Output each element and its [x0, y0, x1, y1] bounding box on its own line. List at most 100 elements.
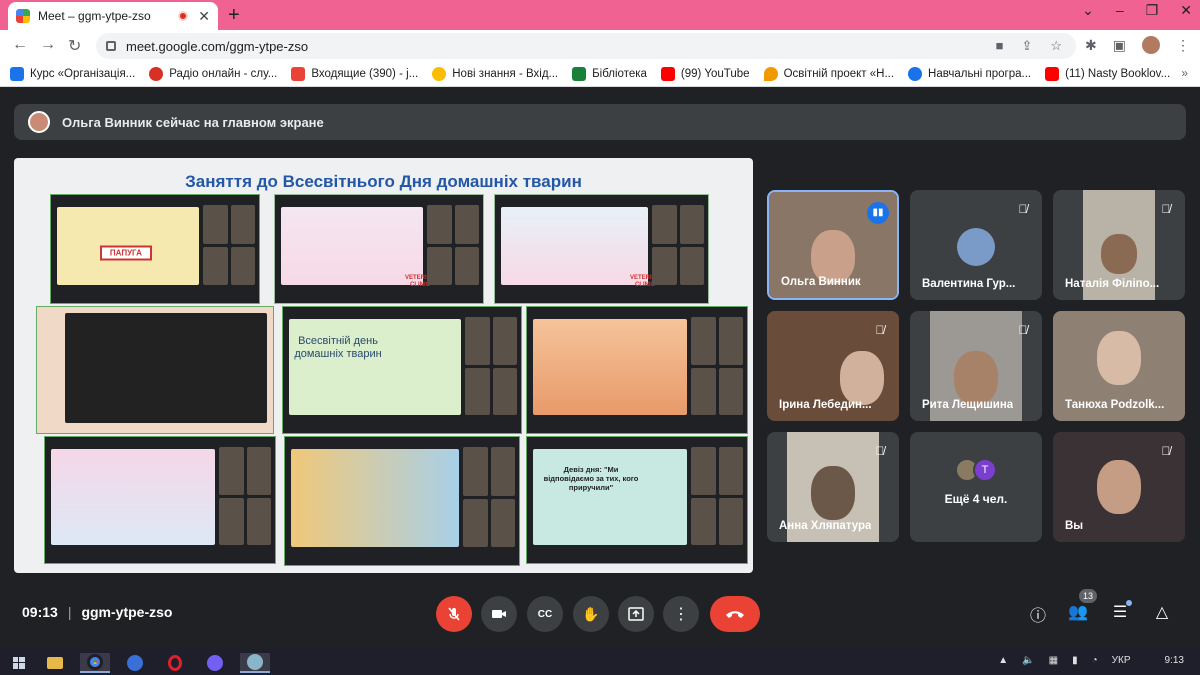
- volume-icon[interactable]: 🔈: [1022, 655, 1034, 666]
- more-options-button[interactable]: ⋮: [663, 596, 699, 632]
- radio-icon: [149, 66, 164, 81]
- chrome-taskbar-button[interactable]: [80, 653, 110, 673]
- bookmarks-overflow-button[interactable]: »: [1181, 66, 1188, 80]
- mic-off-icon: 🎙̸: [1018, 323, 1028, 337]
- wifi-icon[interactable]: ◔: [1092, 655, 1098, 666]
- hand-icon: ✋: [582, 605, 600, 622]
- browser-tab[interactable]: Meet – ggm-ytpe-zso ✕: [8, 2, 218, 30]
- paint-icon: [247, 654, 263, 670]
- screenshot-thumbnail: [36, 306, 274, 434]
- mic-off-icon: 🎙̸: [875, 444, 885, 458]
- presenter-avatar: [28, 111, 50, 133]
- captions-button[interactable]: CC: [527, 596, 563, 632]
- raise-hand-button[interactable]: ✋: [573, 596, 609, 632]
- bookmark-item[interactable]: Входящие (390) - j...: [291, 66, 418, 81]
- extensions-icon[interactable]: ✱: [1085, 37, 1097, 54]
- mic-toggle-button[interactable]: [436, 596, 472, 632]
- participant-tile[interactable]: Танюха Podzolk...: [1053, 311, 1185, 421]
- mic-off-icon: 🎙̸: [1161, 444, 1171, 458]
- participant-name: Вы: [1065, 520, 1084, 532]
- tray-expand-icon[interactable]: ▲: [998, 655, 1008, 666]
- maximize-button[interactable]: ❐: [1146, 2, 1159, 19]
- bookmark-item[interactable]: Курс «Організація...: [10, 66, 135, 81]
- address-bar-row: ← → ↻ meet.google.com/ggm-ytpe-zso ■ ⇪ ☆: [0, 30, 1200, 61]
- participant-avatar: [957, 228, 995, 266]
- more-participants-tile[interactable]: T Ещё 4 чел.: [910, 432, 1042, 542]
- mic-off-icon: 🎙̸: [1018, 202, 1028, 216]
- new-tab-button[interactable]: +: [228, 4, 240, 27]
- close-window-button[interactable]: ✕: [1180, 2, 1192, 19]
- activities-button[interactable]: △: [1150, 602, 1174, 626]
- start-button[interactable]: [4, 653, 34, 673]
- chrome-icon: [87, 654, 103, 670]
- screenshot-thumbnail: Всесвітній день домашніх тварин: [282, 306, 522, 434]
- slide-title: Заняття до Всесвітнього Дня домашніх тва…: [185, 172, 582, 191]
- reload-icon[interactable]: ↻: [68, 36, 81, 56]
- bookmark-item[interactable]: (99) YouTube: [660, 66, 750, 81]
- video-column: [691, 317, 743, 415]
- meeting-details-button[interactable]: ⓘ: [1026, 602, 1050, 626]
- window-controls: ⌄ – ❐ ✕: [1082, 2, 1192, 19]
- people-button[interactable]: 👥: [1066, 602, 1090, 626]
- chrome-menu-icon[interactable]: ⋮: [1176, 37, 1190, 54]
- chat-notification-dot: [1126, 600, 1132, 606]
- participant-tile[interactable]: 🎙̸ Наталія Філіпо...: [1053, 190, 1185, 300]
- bookmark-item[interactable]: Нові знання - Вхід...: [432, 66, 558, 81]
- participant-tile[interactable]: 🎙̸ Ірина Лебедин...: [767, 311, 899, 421]
- meet-favicon-icon: [16, 9, 30, 23]
- present-button[interactable]: [618, 596, 654, 632]
- video-column: [219, 447, 271, 545]
- share-icon[interactable]: ⇪: [1021, 38, 1032, 54]
- participant-tile[interactable]: 🎙̸ Валентина Гур...: [910, 190, 1042, 300]
- oc-icon: [908, 66, 923, 81]
- youtube-icon: [1045, 66, 1060, 81]
- people-count-badge: 13: [1079, 589, 1097, 603]
- bookmark-item[interactable]: Радіо онлайн - слу...: [149, 66, 277, 81]
- participant-name: Танюха Podzolk...: [1065, 399, 1165, 411]
- video-column: [463, 447, 515, 547]
- viber-icon: [207, 655, 223, 671]
- app-taskbar-button[interactable]: [120, 653, 150, 673]
- folder-icon: [47, 657, 63, 669]
- side-panel-icon[interactable]: ▣: [1113, 37, 1126, 54]
- bookmark-item[interactable]: Освітній проект «Н...: [763, 66, 894, 81]
- back-icon[interactable]: ←: [12, 36, 28, 54]
- omnibox[interactable]: meet.google.com/ggm-ytpe-zso ■ ⇪ ☆: [96, 33, 1076, 59]
- self-view-tile[interactable]: 🎙̸ Вы: [1053, 432, 1185, 542]
- screenshot-thumbnail: [526, 306, 748, 434]
- opera-taskbar-button[interactable]: [160, 653, 190, 673]
- app-taskbar-button[interactable]: [240, 653, 270, 673]
- presentation-screen[interactable]: Заняття до Всесвітнього Дня домашніх тва…: [14, 158, 753, 573]
- camera-toggle-button[interactable]: [481, 596, 517, 632]
- leave-call-button[interactable]: [710, 596, 760, 632]
- bookmark-item[interactable]: Бібліотека: [572, 66, 647, 81]
- forward-icon[interactable]: →: [40, 36, 56, 54]
- close-tab-icon[interactable]: ✕: [198, 8, 210, 25]
- participant-face: [954, 350, 998, 405]
- participant-tile[interactable]: 🎙̸ Анна Хляпатура: [767, 432, 899, 542]
- slide-screen: [533, 449, 687, 545]
- battery-icon[interactable]: ▮: [1072, 655, 1078, 666]
- viber-taskbar-button[interactable]: [200, 653, 230, 673]
- taskbar-clock[interactable]: 9:13: [1165, 655, 1184, 666]
- participant-tile[interactable]: 🎙̸ Рита Лещишина: [910, 311, 1042, 421]
- bookmark-item[interactable]: Навчальні програ...: [908, 66, 1031, 81]
- participant-name: Наталія Філіпо...: [1065, 278, 1160, 290]
- lock-icon[interactable]: [106, 41, 116, 51]
- participant-face: [1097, 331, 1141, 385]
- presenter-banner: Ольга Винник сейчас на главном экране: [14, 104, 1186, 140]
- profile-avatar[interactable]: [1142, 36, 1160, 54]
- language-indicator[interactable]: УКР: [1112, 655, 1131, 666]
- bookmark-star-icon[interactable]: ☆: [1050, 38, 1062, 54]
- participant-tile[interactable]: ▮▮ Ольга Винник: [767, 190, 899, 300]
- windows-icon: [13, 657, 25, 669]
- camera-permission-icon[interactable]: ■: [996, 38, 1004, 54]
- media-icon: [127, 655, 143, 671]
- bookmark-item[interactable]: (11) Nasty Booklov...: [1045, 66, 1170, 81]
- network-icon[interactable]: ▦: [1049, 655, 1058, 666]
- participant-face: [1101, 234, 1137, 274]
- tab-search-button[interactable]: ⌄: [1082, 2, 1094, 19]
- classroom-icon: [572, 66, 587, 81]
- minimize-button[interactable]: –: [1116, 2, 1124, 19]
- file-explorer-button[interactable]: [40, 653, 70, 673]
